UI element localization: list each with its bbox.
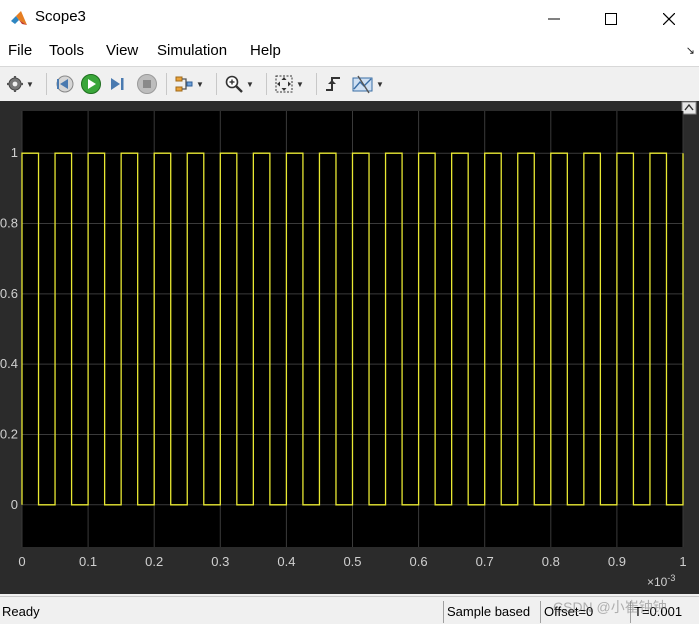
maximize-button[interactable] (588, 0, 634, 37)
configuration-button[interactable]: ▼ (6, 71, 34, 97)
toolbar-divider (166, 73, 167, 95)
y-tick-label: 1 (11, 145, 18, 160)
zoom-button[interactable]: ▼ (224, 71, 254, 97)
maximize-icon (605, 12, 617, 25)
stop-icon (137, 74, 157, 94)
cursor-measurements-button[interactable]: ▼ (352, 71, 384, 97)
signal-icon (175, 76, 193, 92)
x-tick-label: 0.9 (608, 554, 626, 569)
trigger-icon (326, 77, 340, 91)
step-back-button[interactable] (54, 71, 74, 97)
chevron-down-icon[interactable]: ▼ (376, 80, 384, 89)
signal-trace (21, 152, 684, 506)
run-icon (81, 74, 101, 94)
toolbar-divider (216, 73, 217, 95)
y-tick-label: 0.8 (0, 216, 18, 231)
run-button[interactable] (80, 71, 102, 97)
step-back-icon (56, 75, 74, 93)
menu-file[interactable]: File (8, 42, 32, 59)
toolbar-divider (266, 73, 267, 95)
close-button[interactable] (646, 0, 692, 37)
minimize-button[interactable] (531, 0, 577, 37)
step-forward-icon (111, 78, 124, 90)
status-ready: Ready (2, 604, 40, 619)
chevron-down-icon[interactable]: ▼ (246, 80, 254, 89)
toolbar: ▼ ▼ ▼ ▼ ▼ (0, 66, 699, 102)
minimize-icon (548, 18, 560, 19)
x-axis-exponent-label: ×10-3 (647, 573, 675, 589)
x-tick-label: 1 (679, 554, 686, 569)
window-title: Scope3 (35, 8, 86, 25)
menu-help[interactable]: Help (250, 42, 281, 59)
cursor-measure-icon (352, 75, 373, 94)
scope-display: 0 0.1 0.2 0.3 0.4 0.5 0.6 0.7 0.8 0.9 1 0 0.2 0.4 0.6 0… (0, 101, 699, 594)
title-bar: Scope3 (0, 0, 699, 37)
zoom-in-icon (225, 75, 243, 93)
x-tick-label: 0.2 (145, 554, 163, 569)
watermark: CSDN @小崔钟钟 (553, 599, 667, 615)
y-tick-label: 0.6 (0, 286, 18, 301)
matlab-logo-icon (10, 10, 28, 26)
y-tick-label: 0 (11, 497, 18, 512)
toolbar-divider (316, 73, 317, 95)
scope-plot: 0 0.1 0.2 0.3 0.4 0.5 0.6 0.7 0.8 0.9 1 0 0.2 0.4 0.6 0… (0, 101, 697, 589)
trigger-button[interactable] (324, 71, 344, 97)
signal-selector-button[interactable]: ▼ (174, 71, 204, 97)
chevron-down-icon[interactable]: ▼ (296, 80, 304, 89)
status-sample-mode: Sample based (443, 601, 539, 623)
y-tick-label: 0.4 (0, 356, 18, 371)
x-tick-label: 0 (18, 554, 25, 569)
x-tick-label: 0.5 (343, 554, 361, 569)
fit-to-view-button[interactable]: ▼ (274, 71, 304, 97)
menu-bar: File Tools View Simulation Help ↘ (0, 37, 699, 66)
x-tick-label: 0.6 (410, 554, 428, 569)
toolbar-divider (46, 73, 47, 95)
x-tick-label: 0.4 (277, 554, 295, 569)
menu-view[interactable]: View (106, 42, 138, 59)
close-icon (663, 12, 675, 25)
x-tick-label: 0.7 (476, 554, 494, 569)
y-tick-label: 0.2 (0, 426, 18, 441)
undock-arrow-icon[interactable]: ↘ (686, 44, 695, 57)
chevron-down-icon[interactable]: ▼ (196, 80, 204, 89)
fit-to-view-icon (275, 75, 293, 93)
stop-button[interactable] (136, 71, 158, 97)
gear-icon (7, 76, 23, 92)
chevron-down-icon[interactable]: ▼ (26, 80, 34, 89)
menu-tools[interactable]: Tools (49, 42, 84, 59)
menu-simulation[interactable]: Simulation (157, 42, 227, 59)
x-tick-label: 0.8 (542, 554, 560, 569)
step-forward-button[interactable] (108, 71, 128, 97)
x-tick-label: 0.3 (211, 554, 229, 569)
undock-button[interactable] (681, 101, 697, 115)
x-tick-label: 0.1 (79, 554, 97, 569)
